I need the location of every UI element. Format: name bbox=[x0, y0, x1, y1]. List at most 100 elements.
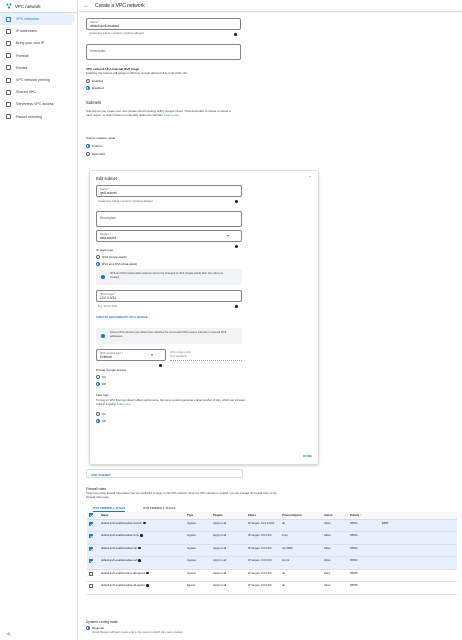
row-checkbox-cell[interactable] bbox=[87, 581, 99, 595]
table-row[interactable]: default-ipv6-enabled-allow-custom Ingress… bbox=[87, 519, 457, 532]
routing-hint: Cloud Routers will learn routes only in … bbox=[92, 631, 183, 634]
select-all-header[interactable] bbox=[87, 512, 99, 520]
row-checkbox-cell[interactable] bbox=[87, 531, 99, 545]
table-row[interactable]: default-ipv6-enabled-allow-ssh Ingress App… bbox=[87, 556, 457, 570]
ipv6-access-type-select[interactable]: IPv6 access type * External bbox=[96, 349, 166, 367]
rule-filters: IP ranges: 0.0.0.0/0 bbox=[246, 569, 280, 582]
help-icon[interactable] bbox=[146, 571, 149, 575]
rule-action: Allow bbox=[322, 531, 348, 545]
chevron-up-icon[interactable]: ⌃ bbox=[309, 175, 312, 180]
radio-label: Automatic bbox=[92, 151, 106, 156]
edit-rule-button[interactable] bbox=[380, 556, 457, 570]
routes-icon bbox=[6, 65, 11, 71]
routing-mode-title: Dynamic routing mode bbox=[86, 620, 118, 624]
help-icon[interactable] bbox=[159, 354, 162, 372]
edit-rule-button[interactable] bbox=[380, 531, 457, 545]
help-icon[interactable] bbox=[234, 23, 237, 41]
custom-mode-radio[interactable]: Custom bbox=[86, 143, 102, 148]
rule-type: Egress bbox=[185, 581, 211, 595]
edit-rule-button[interactable] bbox=[380, 569, 457, 582]
rule-priority: 65534 bbox=[348, 519, 380, 532]
help-icon[interactable] bbox=[139, 534, 143, 537]
rule-filters: IP ranges: 0.0.0.0/0 bbox=[246, 531, 280, 545]
column-header-targets[interactable]: Targets bbox=[211, 512, 246, 520]
pga-on-radio[interactable]: On bbox=[96, 374, 106, 379]
name-field[interactable]: Name * default-ipv6-enabled bbox=[86, 18, 241, 36]
automatic-mode-radio[interactable]: Automatic bbox=[86, 151, 105, 156]
table-row[interactable]: default-ipv6-enabled-allow-all-egress Egr… bbox=[87, 581, 457, 595]
subnet-description-field[interactable]: Description bbox=[96, 211, 242, 227]
select-all-checkbox[interactable] bbox=[89, 512, 93, 517]
sidebar-item-routes[interactable]: Routes bbox=[0, 62, 77, 74]
row-checkbox[interactable] bbox=[89, 546, 93, 551]
done-button[interactable]: DONE bbox=[303, 454, 312, 458]
sidebar-item-byoip[interactable]: Bring your own IP bbox=[0, 37, 77, 49]
help-icon[interactable] bbox=[138, 559, 142, 562]
radio-label: Off bbox=[102, 418, 106, 423]
pga-off-radio[interactable]: Off bbox=[96, 381, 106, 386]
column-header-type[interactable]: Type bbox=[185, 512, 211, 520]
row-checkbox[interactable] bbox=[89, 559, 93, 563]
sidebar-item-ip-addresses[interactable]: IP addresses bbox=[0, 25, 77, 37]
dual-stack-radio[interactable]: IPv4 and IPv6 (dual-stack) bbox=[96, 261, 137, 266]
help-icon[interactable] bbox=[235, 295, 238, 313]
rule-ports: all bbox=[280, 581, 322, 595]
regional-routing-radio[interactable]: Regional bbox=[86, 625, 104, 630]
help-icon[interactable] bbox=[145, 584, 149, 587]
add-subnet-button[interactable]: ADD SUBNET bbox=[86, 469, 243, 478]
region-select[interactable]: Region * asia-south1 bbox=[96, 230, 242, 248]
column-header-priority[interactable]: Priority ↑ bbox=[348, 512, 380, 520]
arrow-back-icon[interactable]: ← bbox=[83, 3, 89, 9]
help-icon[interactable] bbox=[138, 546, 141, 550]
table-row[interactable]: default-ipv6-enabled-deny-all-ingress Ing… bbox=[87, 569, 457, 582]
edit-rule-button[interactable] bbox=[380, 581, 457, 595]
table-row[interactable]: default-ipv6-enabled-allow-rdp Ingress App… bbox=[87, 544, 457, 557]
column-header-protocols[interactable]: Protocols/ports bbox=[280, 512, 322, 520]
peering-icon bbox=[6, 77, 11, 83]
row-checkbox-cell[interactable] bbox=[87, 556, 99, 570]
create-secondary-range-button[interactable]: CREATE SECONDARY IPV4 RANGE bbox=[96, 315, 148, 319]
rule-action: Allow bbox=[322, 556, 348, 570]
row-checkbox[interactable] bbox=[89, 571, 93, 576]
table-row[interactable]: default-ipv6-enabled-allow-icmp Ingress Ap… bbox=[87, 531, 457, 545]
sidebar-item-firewall[interactable]: Firewall bbox=[0, 50, 77, 62]
flow-logs-label: Flow logs bbox=[96, 393, 109, 397]
flow-on-radio[interactable]: On bbox=[96, 411, 106, 416]
flow-off-radio[interactable]: Off bbox=[96, 418, 106, 423]
rule-type: Ingress bbox=[185, 531, 211, 545]
column-header-action[interactable]: Action bbox=[322, 512, 348, 520]
column-header-filters[interactable]: Filters bbox=[246, 512, 280, 520]
learn-more-link[interactable]: Learn more bbox=[164, 113, 179, 117]
help-icon[interactable] bbox=[235, 235, 238, 253]
row-checkbox-cell[interactable] bbox=[87, 544, 99, 557]
sidebar-item-serverless[interactable]: Serverless VPC access bbox=[0, 98, 77, 110]
row-checkbox[interactable] bbox=[89, 534, 93, 538]
row-checkbox-cell[interactable] bbox=[87, 569, 99, 582]
tab-ipv6-firewall-rules[interactable]: IPV6 FIREWALL RULES bbox=[143, 506, 175, 510]
ula-disabled-radio[interactable]: Disabled bbox=[86, 85, 104, 90]
row-checkbox[interactable] bbox=[89, 521, 93, 526]
edit-rule-button[interactable]: EDIT bbox=[380, 519, 457, 532]
flow-learn-more-link[interactable]: Learn more bbox=[117, 403, 131, 406]
radio-label: Disabled bbox=[92, 85, 104, 90]
rule-name-cell: default-ipv6-enabled-allow-rdp bbox=[99, 544, 185, 557]
ipv4-range-field[interactable]: IPv4 range * 10.0.0.0/24 bbox=[96, 290, 242, 308]
edit-rule-button[interactable] bbox=[380, 544, 457, 557]
collapse-sidebar-icon[interactable]: ⊲| bbox=[6, 631, 10, 636]
column-header-edit bbox=[380, 512, 457, 520]
rule-type: Ingress bbox=[185, 519, 211, 532]
page-title: Create a VPC network bbox=[95, 2, 145, 9]
sidebar-item-vpc-networks[interactable]: VPC networks bbox=[0, 13, 75, 26]
description-field[interactable]: Description bbox=[86, 44, 241, 60]
sidebar-item-shared-vpc[interactable]: Shared VPC bbox=[0, 86, 77, 98]
help-icon[interactable] bbox=[142, 521, 146, 525]
sidebar-item-packet-mirroring[interactable]: Packet mirroring bbox=[0, 111, 77, 123]
ula-enabled-radio[interactable]: Enabled bbox=[86, 78, 103, 83]
ipv4-single-stack-radio[interactable]: IPv4 (single-stack) bbox=[96, 254, 127, 259]
row-checkbox-cell[interactable] bbox=[87, 519, 99, 532]
sidebar-item-peering[interactable]: VPC network peering bbox=[0, 74, 77, 86]
help-icon[interactable] bbox=[235, 190, 238, 208]
column-header-name[interactable]: Name bbox=[99, 512, 185, 520]
subnet-name-field[interactable]: Name * ipv6-subnet bbox=[96, 185, 242, 203]
row-checkbox[interactable] bbox=[89, 584, 93, 588]
